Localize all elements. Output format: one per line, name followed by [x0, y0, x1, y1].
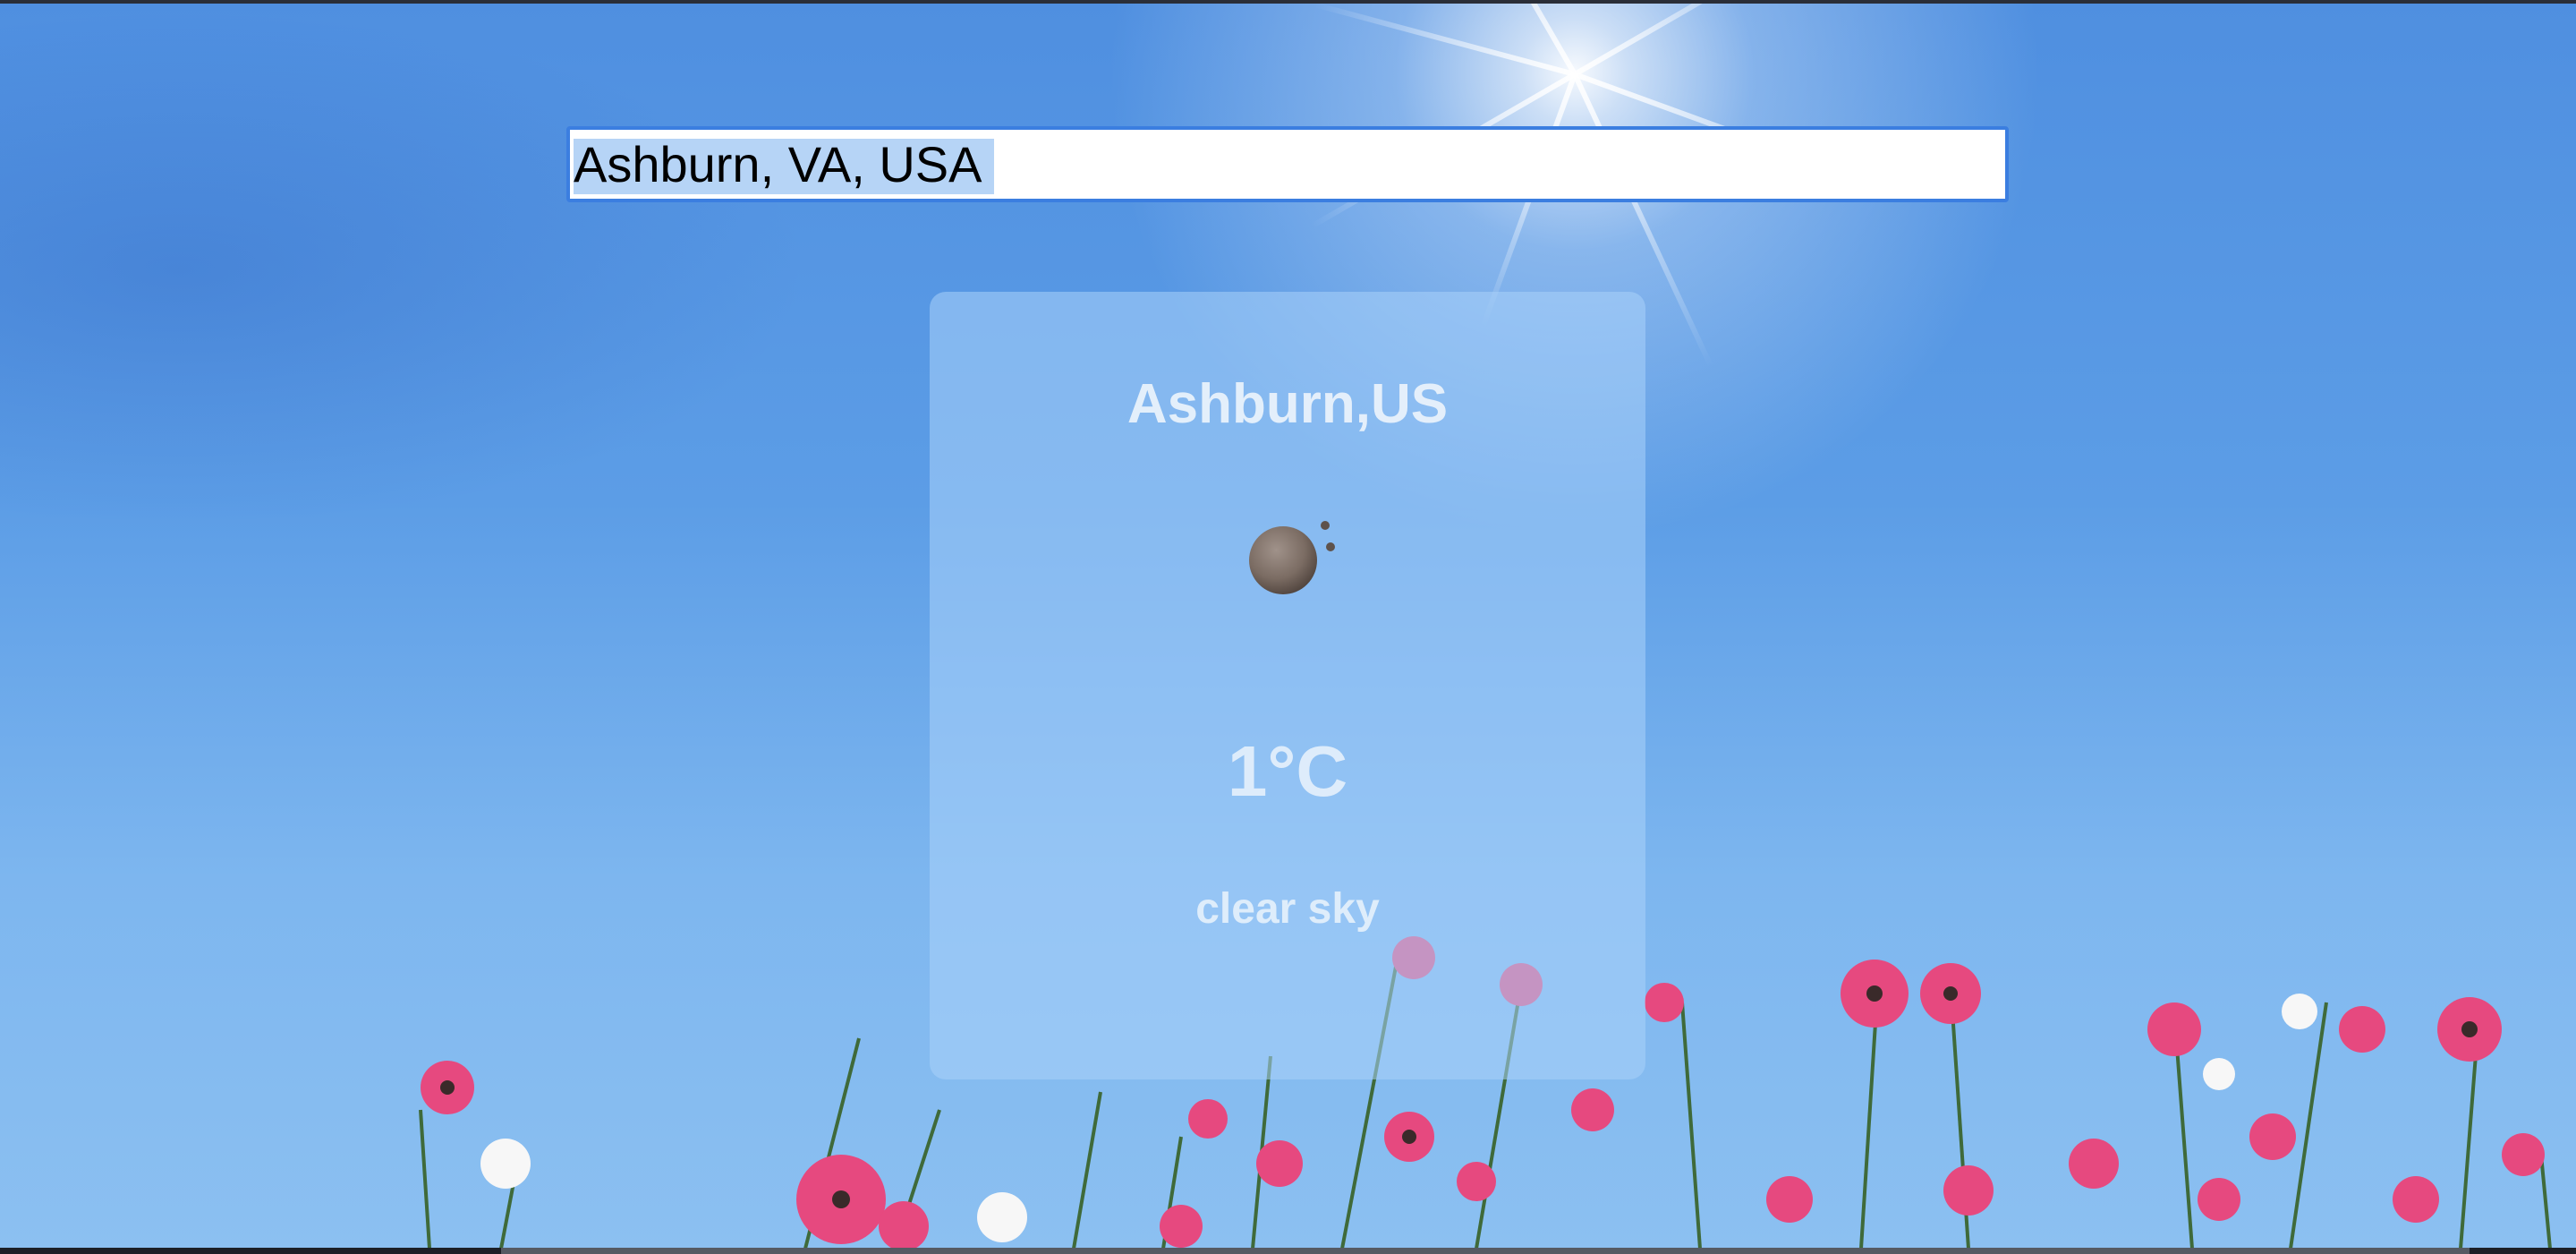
weather-app: Ashburn,US 1°C clear sky	[0, 0, 2576, 1254]
weather-card: Ashburn,US 1°C clear sky	[930, 292, 1645, 1079]
temperature: 1°C	[1227, 731, 1348, 811]
location-search-input[interactable]	[570, 130, 2005, 199]
horizontal-scrollbar[interactable]	[501, 1248, 2470, 1254]
city-name: Ashburn,US	[1126, 373, 1449, 435]
weather-description: clear sky	[1195, 885, 1380, 933]
location-search-box[interactable]	[566, 126, 2009, 202]
night-clear-moon-icon	[1249, 521, 1335, 594]
window-top-border	[0, 0, 2576, 4]
